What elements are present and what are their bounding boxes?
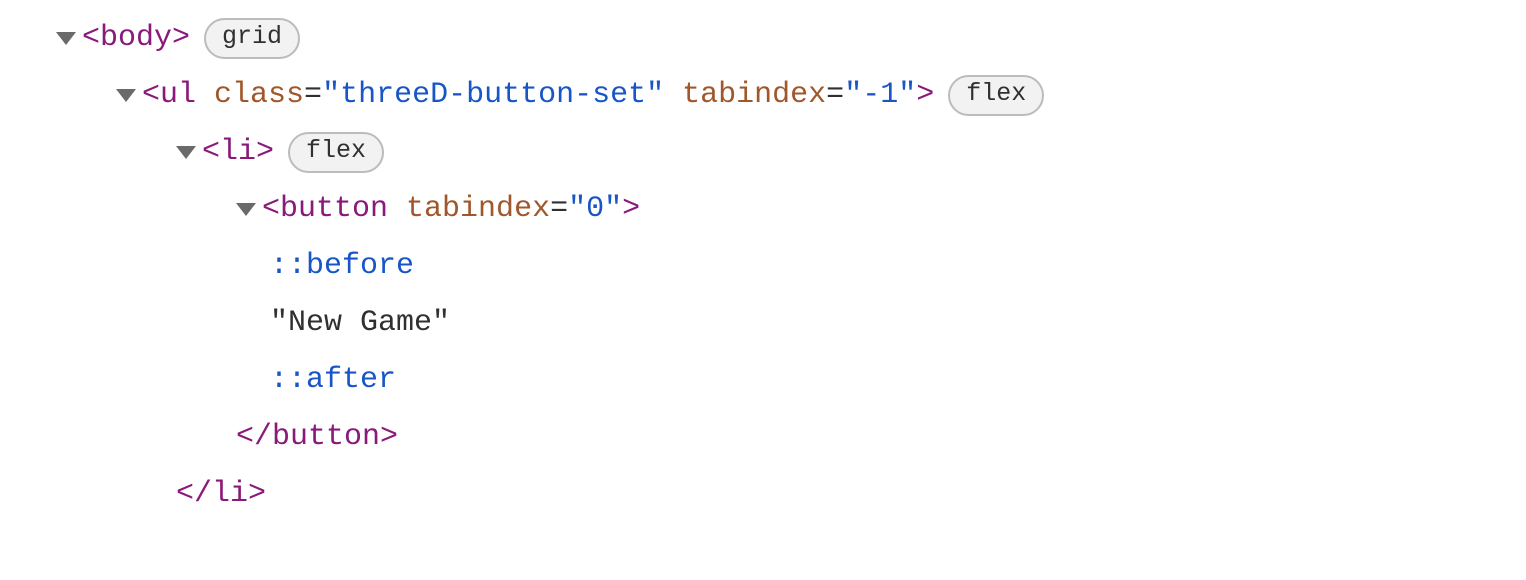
tag-button-open: <button tabindex="0">	[262, 181, 640, 238]
tag-li-open: <li>	[202, 124, 274, 181]
dom-node-button-close[interactable]: </button>	[20, 409, 1506, 466]
layout-badge-flex[interactable]: flex	[948, 75, 1044, 116]
chevron-down-icon[interactable]	[116, 89, 136, 102]
chevron-down-icon[interactable]	[56, 32, 76, 45]
dom-node-li-close[interactable]: </li>	[20, 466, 1506, 523]
layout-badge-flex[interactable]: flex	[288, 132, 384, 173]
pseudo-before-label: ::before	[270, 238, 414, 295]
dom-node-button[interactable]: <button tabindex="0">	[20, 181, 1506, 238]
text-node[interactable]: "New Game"	[20, 295, 1506, 352]
chevron-down-icon[interactable]	[176, 146, 196, 159]
dom-node-li[interactable]: <li> flex	[20, 124, 1506, 181]
tag-li-close: </li>	[176, 466, 266, 523]
dom-node-ul[interactable]: <ul class="threeD-button-set" tabindex="…	[20, 67, 1506, 124]
layout-badge-grid[interactable]: grid	[204, 18, 300, 59]
pseudo-before[interactable]: ::before	[20, 238, 1506, 295]
dom-node-body[interactable]: <body> grid	[20, 10, 1506, 67]
tag-body-open: <body>	[82, 10, 190, 67]
pseudo-after-label: ::after	[270, 352, 396, 409]
chevron-down-icon[interactable]	[236, 203, 256, 216]
tag-button-close: </button>	[236, 409, 398, 466]
text-node-value: "New Game"	[270, 295, 450, 352]
pseudo-after[interactable]: ::after	[20, 352, 1506, 409]
tag-ul-open: <ul class="threeD-button-set" tabindex="…	[142, 67, 934, 124]
